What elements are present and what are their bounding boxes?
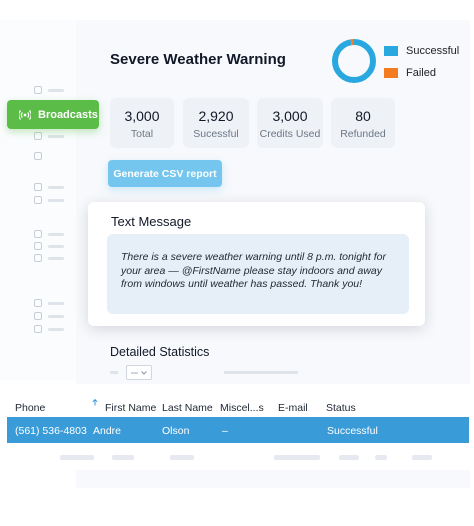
skeleton-cell [412,455,432,460]
sidebar-line [48,302,64,305]
column-header-email[interactable]: E-mail [278,402,308,414]
stat-value: 2,920 [198,108,234,124]
stat-label: Credits Used [259,128,321,140]
status-donut-chart [332,39,376,83]
sidebar-line [48,89,64,92]
cell-first-name: Andre [93,425,122,437]
people-icon[interactable] [34,254,42,262]
table-row[interactable]: (561) 536-4803 Andre Olson – Successful [7,417,469,443]
message-title: Text Message [111,214,192,229]
cell-last-name: Olson [162,425,190,437]
legend-item-failed: Failed [384,67,459,79]
legend-label: Failed [406,67,436,79]
home-icon[interactable] [34,86,42,94]
chat-icon[interactable] [34,183,42,191]
stat-value: 3,000 [124,108,160,124]
column-header-last-name[interactable]: Last Name [162,402,213,414]
legend-swatch [384,46,398,56]
stat-card-successful: 2,920 Sucessful [183,98,249,148]
column-header-phone[interactable]: Phone [15,402,45,414]
logout-icon[interactable] [34,299,42,307]
help-icon[interactable] [34,312,42,320]
sidebar-line [48,245,64,248]
sidebar-line [48,186,64,189]
settings-icon[interactable] [34,325,42,333]
sidebar-line [48,233,64,236]
phone-icon[interactable] [34,230,42,238]
search-placeholder-bar [224,371,298,374]
detailed-statistics-title: Detailed Statistics [110,345,210,359]
entries-label-placeholder [110,371,118,374]
stat-card-credits-used: 3,000 Credits Used [257,98,323,148]
sidebar [0,20,76,380]
skeleton-cell [170,455,194,460]
generate-csv-button[interactable]: Generate CSV report [108,160,222,187]
stat-value: 3,000 [272,108,308,124]
page-title: Severe Weather Warning [110,51,286,68]
skeleton-cell [375,455,387,460]
entries-select[interactable] [126,365,152,380]
skeleton-cell [274,455,320,460]
stat-label: Refunded [340,128,386,140]
mail-icon[interactable] [34,196,42,204]
sidebar-line [48,135,64,138]
list-icon[interactable] [34,132,42,140]
legend-label: Successful [406,45,460,57]
table-footer-area [76,470,470,488]
cell-status: Successful [327,425,378,437]
entries-value-placeholder [131,372,138,374]
cell-phone: (561) 536-4803 [15,425,87,437]
sort-arrow-icon[interactable] [92,399,98,406]
box-icon[interactable] [34,242,42,250]
column-header-status[interactable]: Status [326,402,356,414]
mic-icon[interactable] [34,152,42,160]
stat-card-total: 3,000 Total [110,98,174,148]
sidebar-line [48,315,64,318]
broadcast-icon [19,109,31,120]
sidebar-line [48,199,64,202]
donut-slice-successful [332,39,376,83]
legend-item-successful: Successful [384,45,459,57]
stat-label: Total [130,128,154,140]
sidebar-item-broadcasts[interactable]: Broadcasts [7,100,99,129]
sidebar-item-label: Broadcasts [38,108,98,121]
skeleton-cell [339,455,359,460]
table-header: Phone First Name Last Name Miscel...s E-… [0,396,474,418]
message-body: There is a severe weather warning until … [107,234,409,314]
legend-swatch [384,68,398,78]
skeleton-cell [60,455,94,460]
stat-label: Sucessful [193,128,239,140]
skeleton-cell [112,455,134,460]
cell-miscellaneous: – [222,425,228,437]
stat-value: 80 [355,108,371,124]
chart-legend: Successful Failed [384,45,459,89]
column-header-first-name[interactable]: First Name [105,402,156,414]
chevron-down-icon [141,371,147,375]
sidebar-line [48,328,64,331]
text-message-card: Text Message There is a severe weather w… [88,202,425,326]
stat-card-refunded: 80 Refunded [331,98,395,148]
sidebar-line [48,257,64,260]
column-header-miscellaneous[interactable]: Miscel...s [220,402,264,414]
